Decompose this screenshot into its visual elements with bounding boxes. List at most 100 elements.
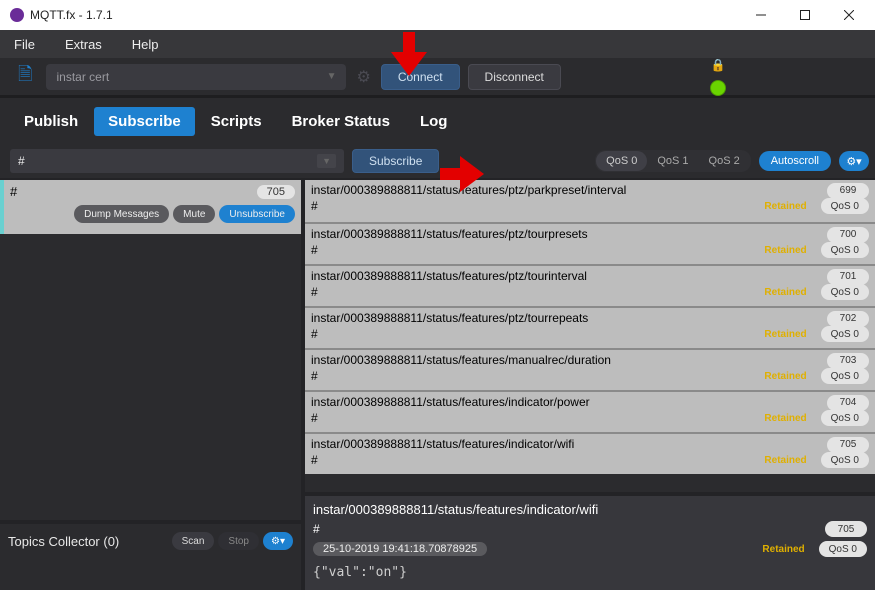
topic-input-value: # xyxy=(18,154,25,168)
gear-icon[interactable]: ⚙ xyxy=(356,67,370,87)
close-button[interactable] xyxy=(827,0,871,30)
tab-broker-status[interactable]: Broker Status xyxy=(278,107,404,136)
message-row[interactable]: instar/000389888811/status/features/ptz/… xyxy=(305,306,875,348)
qos-badge: QoS 0 xyxy=(821,198,869,214)
message-number: 703 xyxy=(827,353,869,369)
disconnect-button[interactable]: Disconnect xyxy=(468,64,561,90)
detail-number: 705 xyxy=(825,521,867,537)
message-sub: # xyxy=(311,285,318,299)
profile-icon: 🗎 xyxy=(18,62,32,92)
tab-log[interactable]: Log xyxy=(406,107,462,136)
qos0-button[interactable]: QoS 0 xyxy=(596,151,647,171)
detail-timestamp: 25-10-2019 19:41:18.70878925 xyxy=(313,542,487,556)
gear-icon: ⚙▾ xyxy=(846,155,861,168)
qos-badge: QoS 0 xyxy=(821,410,869,426)
message-number: 701 xyxy=(827,269,869,285)
app-logo-icon xyxy=(10,8,24,22)
message-row[interactable]: instar/000389888811/status/features/manu… xyxy=(305,348,875,390)
autoscroll-button[interactable]: Autoscroll xyxy=(759,151,831,171)
message-topic: instar/000389888811/status/features/ptz/… xyxy=(311,227,869,241)
message-row[interactable]: instar/000389888811/status/features/indi… xyxy=(305,432,875,474)
maximize-button[interactable] xyxy=(783,0,827,30)
topic-input[interactable]: # ▼ xyxy=(10,149,344,173)
message-sub: # xyxy=(311,199,318,213)
message-topic: instar/000389888811/status/features/ptz/… xyxy=(311,183,869,197)
tab-scripts[interactable]: Scripts xyxy=(197,107,276,136)
profile-select[interactable]: instar cert ▼ xyxy=(46,64,346,90)
message-number: 705 xyxy=(827,437,869,453)
qos2-button[interactable]: QoS 2 xyxy=(699,151,750,171)
menu-extras[interactable]: Extras xyxy=(57,34,110,55)
subscribe-toolbar: # ▼ Subscribe QoS 0 QoS 1 QoS 2 Autoscro… xyxy=(0,144,875,180)
chevron-down-icon[interactable]: ▼ xyxy=(317,154,336,168)
profile-value: instar cert xyxy=(56,70,109,84)
retained-badge: Retained xyxy=(754,452,816,468)
message-row[interactable]: instar/000389888811/status/features/ptz/… xyxy=(305,264,875,306)
subscriptions-panel: # 705 Dump Messages Mute Unsubscribe Top… xyxy=(0,180,305,590)
qos-badge: QoS 0 xyxy=(821,284,869,300)
connect-button[interactable]: Connect xyxy=(381,64,460,90)
message-row[interactable]: instar/000389888811/status/features/indi… xyxy=(305,390,875,432)
retained-badge: Retained xyxy=(754,410,816,426)
menu-help[interactable]: Help xyxy=(124,34,167,55)
connection-status-indicator xyxy=(710,80,726,96)
stop-button[interactable]: Stop xyxy=(218,532,259,550)
unsubscribe-button[interactable]: Unsubscribe xyxy=(219,205,295,223)
retained-badge: Retained xyxy=(754,198,816,214)
menu-file[interactable]: File xyxy=(6,34,43,55)
detail-payload: {"val":"on"} xyxy=(313,565,867,580)
topics-collector-label: Topics Collector (0) xyxy=(8,534,168,549)
mute-button[interactable]: Mute xyxy=(173,205,215,223)
message-number: 700 xyxy=(827,227,869,243)
detail-qos-badge: QoS 0 xyxy=(819,541,867,557)
tab-publish[interactable]: Publish xyxy=(10,107,92,136)
detail-topic: instar/000389888811/status/features/indi… xyxy=(313,502,867,517)
titlebar: MQTT.fx - 1.7.1 xyxy=(0,0,875,30)
message-row[interactable]: instar/000389888811/status/features/ptz/… xyxy=(305,180,875,222)
main-tabs: Publish Subscribe Scripts Broker Status … xyxy=(0,98,875,144)
message-detail: instar/000389888811/status/features/indi… xyxy=(305,492,875,590)
scan-button[interactable]: Scan xyxy=(172,532,215,550)
message-sub: # xyxy=(311,411,318,425)
message-topic: instar/000389888811/status/features/ptz/… xyxy=(311,311,869,325)
message-topic: instar/000389888811/status/features/manu… xyxy=(311,353,869,367)
minimize-button[interactable] xyxy=(739,0,783,30)
message-topic: instar/000389888811/status/features/ptz/… xyxy=(311,269,869,283)
retained-badge: Retained xyxy=(754,242,816,258)
retained-badge: Retained xyxy=(754,284,816,300)
collector-settings-button[interactable]: ⚙▾ xyxy=(263,532,293,550)
qos-badge: QoS 0 xyxy=(821,368,869,384)
qos-badge: QoS 0 xyxy=(821,326,869,342)
message-number: 704 xyxy=(827,395,869,411)
chevron-down-icon: ▼ xyxy=(327,71,337,82)
subscription-card[interactable]: # 705 Dump Messages Mute Unsubscribe xyxy=(0,180,301,234)
message-topic: instar/000389888811/status/features/indi… xyxy=(311,437,869,451)
window-title: MQTT.fx - 1.7.1 xyxy=(30,8,739,22)
qos-badge: QoS 0 xyxy=(821,242,869,258)
message-sub: # xyxy=(311,243,318,257)
detail-retained-badge: Retained xyxy=(752,541,814,557)
subscribe-button[interactable]: Subscribe xyxy=(352,149,439,173)
subscription-topic: # xyxy=(10,184,17,199)
message-number: 702 xyxy=(827,311,869,327)
message-number: 699 xyxy=(827,183,869,199)
lock-icon: 🔒 xyxy=(710,58,725,72)
retained-badge: Retained xyxy=(754,326,816,342)
message-sub: # xyxy=(311,327,318,341)
dump-messages-button[interactable]: Dump Messages xyxy=(74,205,169,223)
qos1-button[interactable]: QoS 1 xyxy=(647,151,698,171)
messages-panel: instar/000389888811/status/features/ptz/… xyxy=(305,180,875,590)
message-list[interactable]: instar/000389888811/status/features/ptz/… xyxy=(305,180,875,492)
settings-pill[interactable]: ⚙▾ xyxy=(839,151,869,171)
menubar: File Extras Help xyxy=(0,30,875,58)
topics-collector: Topics Collector (0) Scan Stop ⚙▾ xyxy=(0,520,301,590)
main-area: # 705 Dump Messages Mute Unsubscribe Top… xyxy=(0,180,875,590)
message-topic: instar/000389888811/status/features/indi… xyxy=(311,395,869,409)
message-row[interactable]: instar/000389888811/status/features/ptz/… xyxy=(305,222,875,264)
qos-selector: QoS 0 QoS 1 QoS 2 xyxy=(595,150,751,172)
connection-bar: 🗎 instar cert ▼ ⚙ Connect Disconnect 🔒 xyxy=(0,58,875,98)
message-sub: # xyxy=(311,453,318,467)
qos-badge: QoS 0 xyxy=(821,452,869,468)
tab-subscribe[interactable]: Subscribe xyxy=(94,107,195,136)
message-sub: # xyxy=(311,369,318,383)
